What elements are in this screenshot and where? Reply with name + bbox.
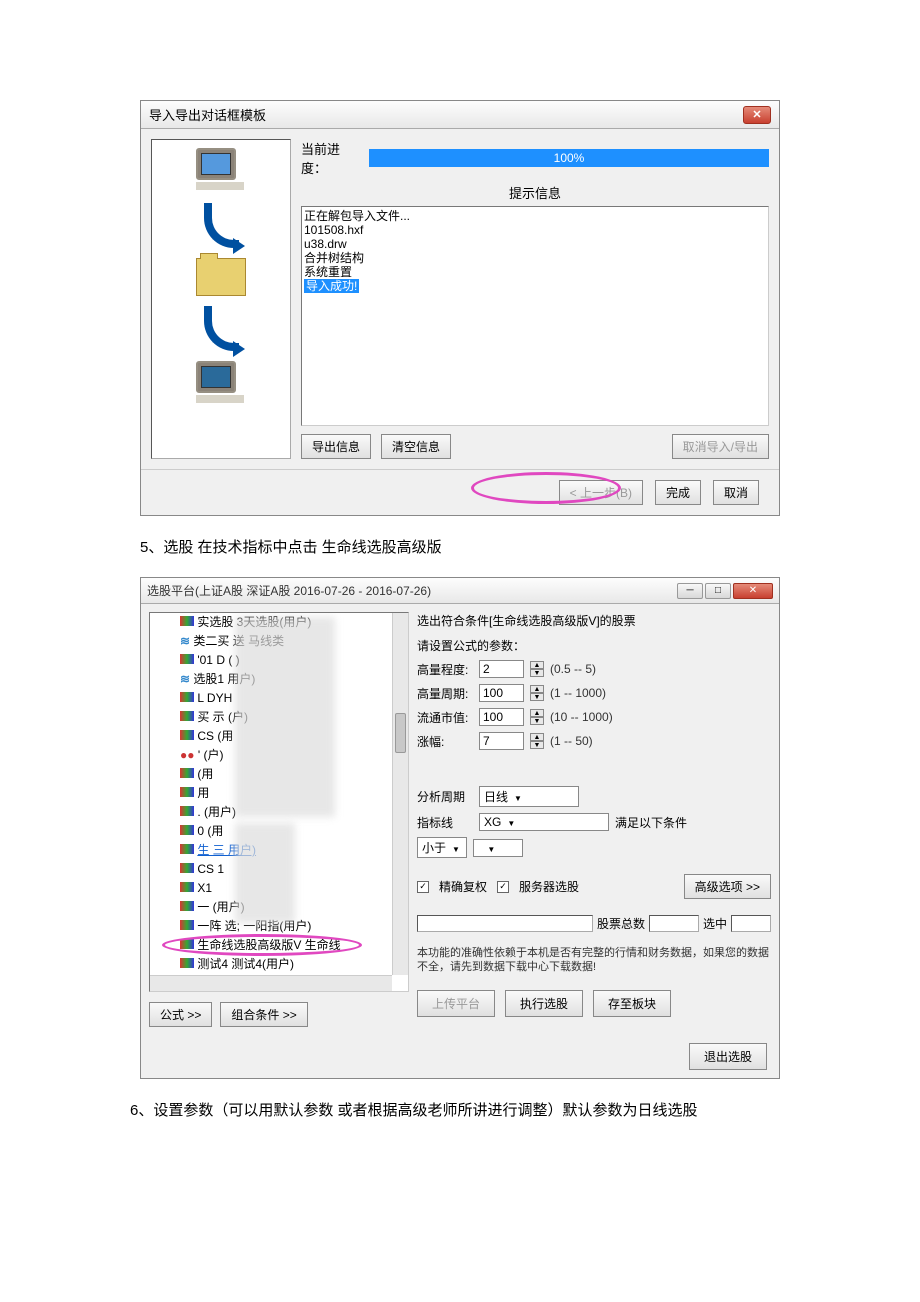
info-text-box: 正在解包导入文件... 101508.hxf u38.drw 合并树结构 系统重… <box>301 206 769 426</box>
info-line: u38.drw <box>304 237 766 251</box>
step-6-text: 6、设置参数（可以用默认参数 或者根据高级老师所讲进行调整）默认参数为日线选股 <box>100 1099 820 1123</box>
selection-title: 选出符合条件[生命线选股高级版V]的股票 <box>417 612 771 629</box>
dialog-title: 选股平台(上证A股 深证A股 2016-07-26 - 2016-07-26) <box>147 582 677 599</box>
advanced-options-button[interactable]: 高级选项 >> <box>684 874 771 899</box>
clear-info-button[interactable]: 清空信息 <box>381 434 451 459</box>
execute-button[interactable]: 执行选股 <box>505 990 583 1017</box>
period-select[interactable]: 日线 <box>479 786 579 807</box>
spin-down-icon[interactable]: ▼ <box>530 669 544 677</box>
selected-label: 选中 <box>703 915 727 932</box>
import-export-dialog: 导入导出对话框模板 ✕ 当前进度： 100% 提示信息 正在解包导入文件... … <box>140 100 780 516</box>
period-label: 分析周期 <box>417 788 473 805</box>
scrollbar-horizontal[interactable] <box>150 975 392 991</box>
arrow-down-icon <box>204 306 239 351</box>
server-select-label: 服务器选股 <box>519 878 579 895</box>
lifeline-indicator-item[interactable]: 生命线选股高级版V 生命线 <box>197 938 340 952</box>
high-vol-level-input[interactable] <box>479 660 524 678</box>
stock-selection-dialog: 选股平台(上证A股 深证A股 2016-07-26 - 2016-07-26) … <box>140 577 780 1079</box>
hint-label: 提示信息 <box>301 183 769 202</box>
computer-icon <box>196 361 246 406</box>
folder-icon <box>196 258 246 296</box>
cancel-button[interactable]: 取消 <box>713 480 759 505</box>
total-label: 股票总数 <box>597 915 645 932</box>
selected-count <box>731 915 771 932</box>
param-gain: 涨幅: ▲▼ (1 -- 50) <box>417 732 771 750</box>
finish-button[interactable]: 完成 <box>655 480 701 505</box>
compare-select[interactable]: 小于 <box>417 837 467 858</box>
info-line: 正在解包导入文件... <box>304 209 766 223</box>
exit-button[interactable]: 退出选股 <box>689 1043 767 1070</box>
titlebar[interactable]: 导入导出对话框模板 ✕ <box>141 101 779 129</box>
combo-condition-button[interactable]: 组合条件 >> <box>220 1002 307 1027</box>
server-select-checkbox[interactable]: ✓ <box>497 881 509 893</box>
exact-restore-checkbox[interactable]: ✓ <box>417 881 429 893</box>
indicator-label: 指标线 <box>417 814 473 831</box>
dialog-title: 导入导出对话框模板 <box>149 105 743 124</box>
arrow-down-icon <box>204 203 239 248</box>
export-info-button[interactable]: 导出信息 <box>301 434 371 459</box>
indicator-tree[interactable]: 实选股 3天选股(用户) ≋ 类二买 送 马线类 '01 D ( ) ≋ 选股1… <box>149 612 409 992</box>
scrollbar-vertical[interactable] <box>392 613 408 975</box>
progress-box <box>417 915 593 932</box>
upload-button: 上传平台 <box>417 990 495 1017</box>
titlebar[interactable]: 选股平台(上证A股 深证A股 2016-07-26 - 2016-07-26) … <box>141 578 779 604</box>
progress-label: 当前进度： <box>301 139 361 177</box>
progress-bar: 100% <box>369 149 769 167</box>
cancel-import-button: 取消导入/导出 <box>672 434 769 459</box>
info-line: 合并树结构 <box>304 251 766 265</box>
info-success: 导入成功! <box>304 279 359 293</box>
param-market-cap: 流通市值: ▲▼ (10 -- 1000) <box>417 708 771 726</box>
exact-restore-label: 精确复权 <box>439 878 487 895</box>
satisfy-label: 满足以下条件 <box>615 814 687 831</box>
prev-step-button: < 上一步(B) <box>559 480 643 505</box>
info-line: 系统重置 <box>304 265 766 279</box>
param-high-vol-period: 高量周期: ▲▼ (1 -- 1000) <box>417 684 771 702</box>
computer-icon <box>196 148 246 193</box>
step-5-text: 5、选股 在技术指标中点击 生命线选股高级版 <box>140 536 780 557</box>
indicator-select[interactable]: XG <box>479 813 609 831</box>
spin-up-icon[interactable]: ▲ <box>530 661 544 669</box>
total-count <box>649 915 699 932</box>
param-label: 请设置公式的参数： <box>417 637 771 654</box>
spin-up-icon[interactable]: ▲ <box>530 709 544 717</box>
formula-button[interactable]: 公式 >> <box>149 1002 212 1027</box>
value-select[interactable] <box>473 839 523 857</box>
info-line: 101508.hxf <box>304 223 766 237</box>
spin-down-icon[interactable]: ▼ <box>530 741 544 749</box>
spin-down-icon[interactable]: ▼ <box>530 717 544 725</box>
close-icon[interactable]: ✕ <box>733 583 773 599</box>
market-cap-input[interactable] <box>479 708 524 726</box>
spin-up-icon[interactable]: ▲ <box>530 685 544 693</box>
high-vol-period-input[interactable] <box>479 684 524 702</box>
save-block-button[interactable]: 存至板块 <box>593 990 671 1017</box>
maximize-icon[interactable]: □ <box>705 583 731 599</box>
param-high-vol-level: 高量程度: ▲▼ (0.5 -- 5) <box>417 660 771 678</box>
minimize-icon[interactable]: ─ <box>677 583 703 599</box>
illustration-panel <box>151 139 291 459</box>
spin-up-icon[interactable]: ▲ <box>530 733 544 741</box>
close-icon[interactable]: ✕ <box>743 106 771 124</box>
spin-down-icon[interactable]: ▼ <box>530 693 544 701</box>
disclaimer-text: 本功能的准确性依赖于本机是否有完整的行情和财务数据，如果您的数据不全，请先到数据… <box>417 946 771 974</box>
gain-input[interactable] <box>479 732 524 750</box>
